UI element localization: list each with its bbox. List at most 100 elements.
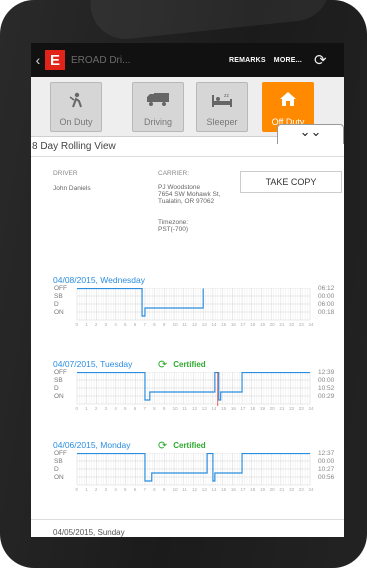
timezone-value: PST(-700) bbox=[158, 226, 188, 233]
hour-label: 1 bbox=[85, 487, 88, 492]
hour-label: 23 bbox=[298, 406, 304, 411]
sleeper-button[interactable]: zz Sleeper bbox=[196, 82, 248, 132]
day-title[interactable]: 04/06/2015, Monday bbox=[53, 440, 131, 450]
title-bar: ‹ E EROAD Dri... REMARKS MORE... ⟳ bbox=[31, 43, 344, 77]
row-label: OFF bbox=[54, 450, 67, 457]
hour-label: 14 bbox=[211, 322, 217, 327]
hour-label: 20 bbox=[269, 487, 275, 492]
hour-label: 23 bbox=[298, 322, 304, 327]
hour-label: 11 bbox=[182, 406, 187, 411]
back-chevron-icon[interactable]: ‹ bbox=[33, 52, 43, 68]
hour-label: 19 bbox=[259, 487, 265, 492]
hour-label: 5 bbox=[124, 487, 127, 492]
hour-label: 10 bbox=[172, 406, 178, 411]
hour-label: 17 bbox=[240, 487, 246, 492]
certified-badge: ⟳ Certified bbox=[158, 358, 206, 371]
day-title[interactable]: 04/07/2015, Tuesday bbox=[53, 359, 132, 369]
svg-text:zz: zz bbox=[224, 93, 230, 99]
bed-icon: zz bbox=[197, 91, 247, 111]
hour-label: 0 bbox=[75, 406, 79, 411]
hour-label: 12 bbox=[192, 487, 198, 492]
hour-label: 17 bbox=[240, 322, 246, 327]
next-day-title: 04/05/2015, Sunday bbox=[53, 528, 125, 537]
row-total: 00:00 bbox=[318, 377, 335, 384]
row-total: 00:29 bbox=[318, 393, 335, 400]
hour-label: 3 bbox=[104, 406, 108, 411]
app-title: EROAD Dri... bbox=[71, 54, 131, 66]
row-label: ON bbox=[54, 309, 64, 316]
hour-label: 22 bbox=[289, 406, 295, 411]
carrier-address-line1: 7654 SW Mohawk St, bbox=[158, 191, 221, 198]
hour-label: 11 bbox=[182, 487, 187, 492]
app-screen: ‹ E EROAD Dri... REMARKS MORE... ⟳ On Du… bbox=[31, 43, 344, 537]
log-grid bbox=[76, 453, 311, 486]
certified-label: Certified bbox=[173, 360, 206, 369]
driver-label: DRIVER bbox=[53, 170, 78, 177]
hour-label: 7 bbox=[143, 487, 146, 492]
hour-label: 5 bbox=[124, 406, 127, 411]
rolling-view-title: 8 Day Rolling View bbox=[31, 141, 344, 157]
hour-label: 12 bbox=[192, 322, 198, 327]
hour-label: 23 bbox=[298, 487, 304, 492]
row-total: 00:18 bbox=[318, 309, 335, 316]
row-label: ON bbox=[54, 474, 64, 481]
refresh-icon[interactable]: ⟳ bbox=[314, 51, 327, 69]
hour-label: 22 bbox=[289, 487, 295, 492]
duty-status-bar: On Duty Driving zz Sleeper Off Duty ⌄⌄ bbox=[31, 77, 344, 144]
hour-label: 16 bbox=[230, 322, 236, 327]
tablet-bezel: ‹ E EROAD Dri... REMARKS MORE... ⟳ On Du… bbox=[0, 0, 367, 568]
hour-label: 11 bbox=[182, 322, 187, 327]
eroad-logo: E bbox=[45, 50, 65, 70]
row-label: ON bbox=[54, 393, 64, 400]
sleeper-label: Sleeper bbox=[206, 117, 238, 127]
hour-label: 20 bbox=[269, 406, 275, 411]
row-total: 06:00 bbox=[318, 301, 335, 308]
on-duty-icon bbox=[51, 91, 101, 111]
row-label: D bbox=[54, 385, 59, 392]
hour-label: 14 bbox=[211, 487, 217, 492]
hour-label: 14 bbox=[211, 406, 217, 411]
bezel-reflection bbox=[86, 0, 334, 43]
row-total: 12:37 bbox=[318, 450, 335, 457]
hour-label: 8 bbox=[153, 487, 156, 492]
hour-label: 15 bbox=[221, 322, 227, 327]
driving-button[interactable]: Driving bbox=[132, 82, 184, 132]
take-copy-button[interactable]: TAKE COPY bbox=[240, 171, 342, 193]
hour-label: 13 bbox=[201, 322, 207, 327]
hour-label: 6 bbox=[133, 406, 137, 411]
row-label: SB bbox=[54, 377, 63, 384]
hour-label: 9 bbox=[162, 406, 166, 411]
carrier-label: CARRIER: bbox=[158, 170, 190, 177]
log-divider bbox=[31, 519, 344, 520]
hour-label: 2 bbox=[94, 487, 98, 492]
hour-label: 2 bbox=[94, 406, 98, 411]
hour-label: 13 bbox=[201, 487, 207, 492]
certified-icon: ⟳ bbox=[158, 359, 168, 371]
on-duty-button[interactable]: On Duty bbox=[50, 82, 102, 132]
hour-label: 4 bbox=[114, 322, 117, 327]
driver-name: John Daniels bbox=[53, 185, 91, 192]
hour-label: 21 bbox=[279, 406, 285, 411]
hour-label: 12 bbox=[192, 406, 198, 411]
hour-label: 4 bbox=[114, 487, 117, 492]
hour-label: 24 bbox=[308, 487, 314, 492]
certified-label: Certified bbox=[173, 441, 206, 450]
more-button[interactable]: MORE... bbox=[274, 57, 302, 64]
remarks-button[interactable]: REMARKS bbox=[229, 57, 266, 64]
row-total: 10:52 bbox=[318, 385, 335, 392]
hour-label: 19 bbox=[259, 406, 265, 411]
on-duty-label: On Duty bbox=[59, 117, 93, 127]
day-title[interactable]: 04/08/2015, Wednesday bbox=[53, 275, 145, 285]
certified-icon: ⟳ bbox=[158, 440, 168, 452]
timezone-label: Timezone: bbox=[158, 219, 189, 226]
row-label: OFF bbox=[54, 285, 67, 292]
hour-label: 1 bbox=[85, 406, 88, 411]
logo-letter: E bbox=[49, 51, 60, 69]
hour-label: 4 bbox=[114, 406, 117, 411]
hour-label: 5 bbox=[124, 322, 127, 327]
hour-label: 9 bbox=[162, 487, 166, 492]
hour-label: 7 bbox=[143, 406, 146, 411]
row-label: D bbox=[54, 301, 59, 308]
hour-label: 3 bbox=[104, 487, 108, 492]
row-total: 10:27 bbox=[318, 466, 335, 473]
